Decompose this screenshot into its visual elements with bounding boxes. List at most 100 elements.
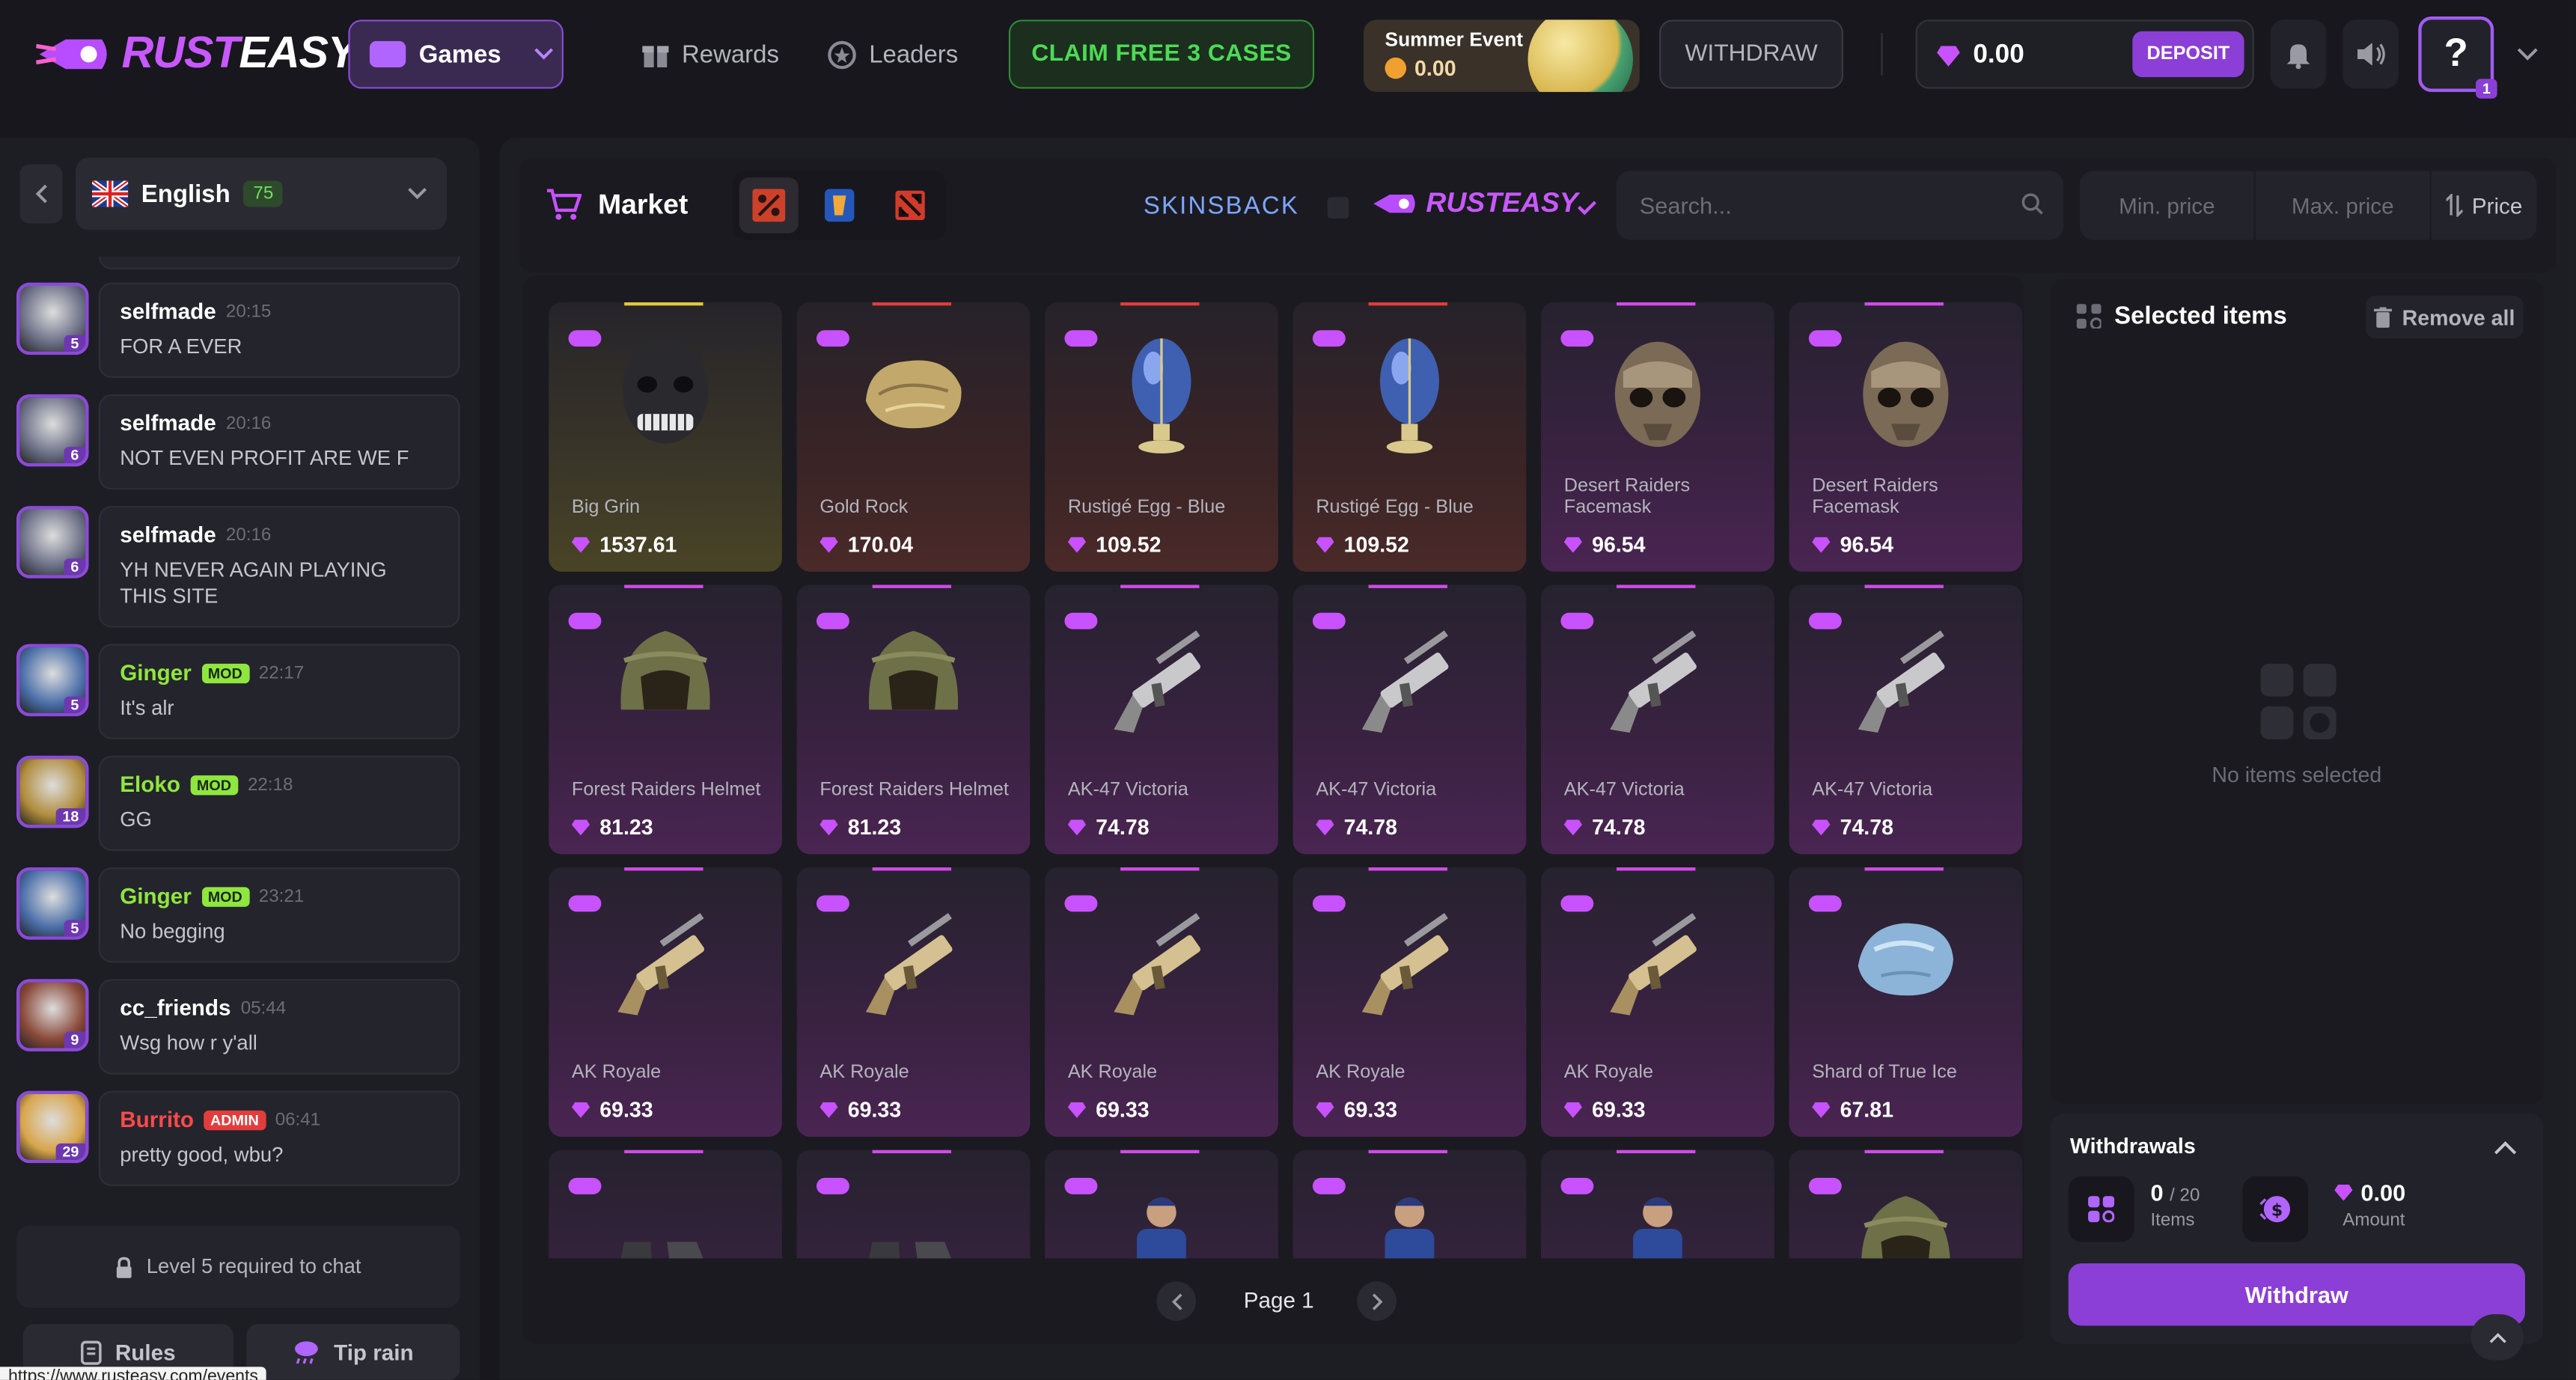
message-text: Wsg how r y'all (120, 1031, 257, 1055)
provider-rusteasy-text: RUSTEASY (1426, 187, 1578, 220)
remove-all-button[interactable]: Remove all (2366, 296, 2524, 339)
username[interactable]: Ginger (120, 884, 192, 909)
deposit-button[interactable]: DEPOSIT (2132, 31, 2244, 78)
site-logo[interactable]: RUSTEASY (36, 28, 358, 79)
item-price-value: 74.78 (1343, 814, 1398, 840)
item-card[interactable]: Shard of True Ice 67.81 (1789, 867, 2023, 1138)
tip-rain-button[interactable]: Tip rain (246, 1324, 460, 1380)
leaders-link[interactable]: Leaders (826, 40, 958, 71)
level-badge: 18 (55, 808, 86, 825)
chevron-up-icon[interactable] (2494, 1140, 2517, 1155)
chevron-down-icon (408, 188, 427, 200)
tab-cs[interactable] (810, 177, 869, 233)
notifications-button[interactable] (2270, 19, 2327, 89)
sound-toggle-button[interactable] (2342, 19, 2399, 89)
item-card[interactable] (1789, 1150, 2023, 1262)
rarity-line (1120, 302, 1200, 306)
username[interactable]: selfmade (120, 411, 216, 436)
item-card[interactable]: AK Royale 69.33 (1045, 867, 1278, 1138)
claim-free-cases-button[interactable]: CLAIM FREE 3 CASES (1008, 19, 1315, 89)
username[interactable]: Eloko (120, 772, 180, 797)
item-card[interactable] (1292, 1150, 1527, 1262)
item-price-value: 170.04 (847, 532, 913, 558)
item-card[interactable]: AK-47 Victoria 74.78 (1292, 584, 1527, 855)
item-card[interactable]: Gold Rock 170.04 (796, 302, 1031, 572)
item-price: 69.33 (1563, 1097, 1646, 1123)
amount-text: 0.00 (2360, 1179, 2406, 1206)
tab-dota[interactable] (881, 177, 940, 233)
item-price: 1537.61 (571, 532, 677, 557)
max-price-input[interactable]: Max. price (2255, 171, 2430, 240)
rarity-line (1120, 1150, 1200, 1153)
divider (1881, 32, 1883, 76)
item-card[interactable] (1045, 1150, 1278, 1262)
tab-rust[interactable] (739, 177, 799, 233)
games-dropdown-button[interactable]: Games (348, 19, 564, 89)
item-card[interactable]: AK Royale 69.33 (549, 867, 782, 1138)
username[interactable]: Ginger (120, 660, 192, 685)
item-card[interactable]: Rustigé Egg - Blue 109.52 (1045, 302, 1278, 572)
pagination: Page 1 (522, 1258, 2024, 1344)
items-limit: / 20 (2170, 1185, 2200, 1206)
avatar[interactable]: 18 (16, 755, 89, 828)
skinsback-checkbox[interactable] (1327, 197, 1349, 219)
avatar[interactable]: 5 (16, 282, 89, 355)
collapse-sidebar-button[interactable] (19, 164, 63, 224)
balance-box: 0.00 DEPOSIT (1915, 19, 2254, 89)
item-card[interactable] (549, 1150, 782, 1262)
checkmark-icon[interactable] (1577, 201, 1597, 216)
event-value-text: 0.00 (1414, 55, 1456, 81)
item-card[interactable]: Desert Raiders Facemask 96.54 (1541, 302, 1774, 572)
rusteasy-badge-icon (1312, 895, 1346, 912)
scroll-to-top-button[interactable] (2470, 1314, 2524, 1361)
item-card[interactable]: AK-47 Victoria 74.78 (1045, 584, 1278, 855)
rarity-line (624, 867, 703, 871)
gem-icon (820, 819, 838, 836)
withdraw-header-button[interactable]: WITHDRAW (1659, 19, 1843, 89)
item-card[interactable]: AK Royale 69.33 (796, 867, 1031, 1138)
language-selector[interactable]: English 75 (75, 157, 448, 230)
min-price-input[interactable]: Min. price (2080, 171, 2254, 240)
account-chevron-down-icon[interactable] (2517, 48, 2539, 61)
item-card[interactable]: AK Royale 69.33 (1541, 867, 1774, 1138)
avatar[interactable]: 6 (16, 506, 89, 578)
svg-text:$: $ (2271, 1201, 2283, 1220)
gem-icon (571, 1101, 590, 1118)
item-card[interactable]: AK Royale 69.33 (1292, 867, 1527, 1138)
avatar[interactable]: 9 (16, 979, 89, 1051)
item-card[interactable]: Desert Raiders Facemask 96.54 (1789, 302, 2023, 572)
message-header: selfmade 20:15 (120, 299, 439, 324)
rewards-link[interactable]: Rewards (641, 40, 779, 70)
item-card[interactable] (1541, 1150, 1774, 1262)
item-name: AK Royale (820, 1063, 909, 1083)
question-icon: ? (2444, 31, 2468, 76)
withdraw-button[interactable]: Withdraw (2068, 1263, 2525, 1326)
username[interactable]: Burrito (120, 1108, 194, 1132)
avatar[interactable]: 5 (16, 644, 89, 717)
help-button[interactable]: ? 1 (2418, 16, 2497, 99)
item-card[interactable]: Forest Raiders Helmet 81.23 (549, 584, 782, 855)
avatar[interactable]: 29 (16, 1090, 89, 1164)
rusteasy-badge-icon (568, 330, 602, 347)
search-input[interactable]: Search... (1617, 171, 2064, 240)
username[interactable]: selfmade (120, 299, 216, 324)
avatar[interactable]: 5 (16, 867, 89, 940)
item-card[interactable]: AK-47 Victoria 74.78 (1789, 584, 2023, 855)
previous-message-edge (98, 256, 460, 270)
item-card[interactable] (796, 1150, 1031, 1262)
chat-message: 5 Ginger MOD 23:21 No begging (16, 867, 463, 963)
username[interactable]: cc_friends (120, 995, 231, 1020)
item-card[interactable]: Big Grin 1537.61 (549, 302, 782, 572)
sort-price-button[interactable]: Price (2431, 171, 2537, 240)
summer-event-banner[interactable]: Summer Event 0.00 (1363, 19, 1640, 92)
avatar[interactable]: 6 (16, 394, 89, 467)
prev-page-button[interactable] (1156, 1281, 1197, 1321)
message-text: It's alr (120, 696, 174, 720)
item-card[interactable]: AK-47 Victoria 74.78 (1541, 584, 1774, 855)
next-page-button[interactable] (1357, 1281, 1397, 1321)
item-price-value: 69.33 (1592, 1097, 1646, 1123)
item-card[interactable]: Rustigé Egg - Blue 109.52 (1292, 302, 1527, 572)
item-card[interactable]: Forest Raiders Helmet 81.23 (796, 584, 1031, 855)
rarity-line (872, 1150, 951, 1153)
username[interactable]: selfmade (120, 522, 216, 547)
